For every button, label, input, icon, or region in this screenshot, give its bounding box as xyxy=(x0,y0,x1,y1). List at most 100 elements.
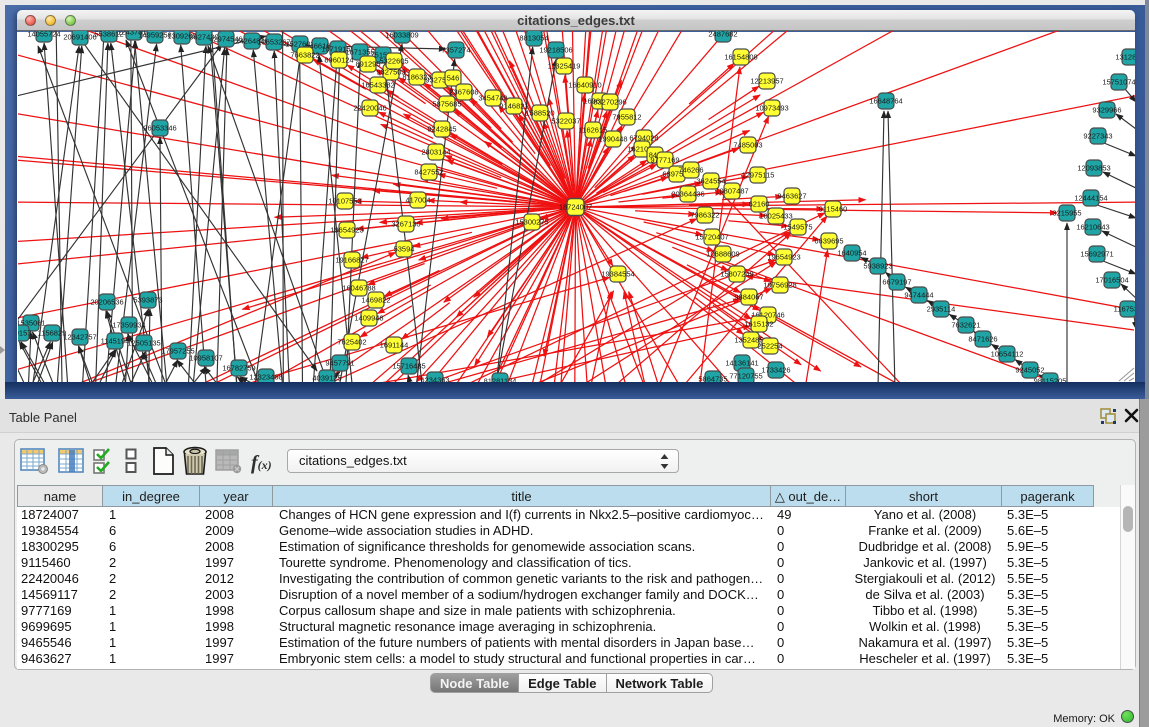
svg-text:98115205: 98115205 xyxy=(1034,377,1067,383)
svg-text:9884067: 9884067 xyxy=(734,293,763,302)
svg-text:16046788: 16046788 xyxy=(342,284,375,293)
svg-text:3215955: 3215955 xyxy=(1052,209,1081,218)
svg-text:12323468: 12323468 xyxy=(249,373,282,382)
svg-text:3624554: 3624554 xyxy=(696,177,725,186)
svg-text:7625402: 7625402 xyxy=(337,338,366,347)
svg-text:1145194: 1145194 xyxy=(101,337,130,346)
svg-text:1640954: 1640954 xyxy=(837,249,866,258)
svg-text:2803144: 2803144 xyxy=(421,148,450,157)
svg-text:16782759: 16782759 xyxy=(222,364,255,373)
svg-text:1691144: 1691144 xyxy=(380,341,409,350)
svg-text:83270296: 83270296 xyxy=(593,98,626,107)
svg-text:22420046: 22420046 xyxy=(353,104,386,113)
svg-text:8813054: 8813054 xyxy=(519,34,548,43)
svg-text:8427552: 8427552 xyxy=(414,168,443,177)
svg-text:15692971: 15692971 xyxy=(1080,250,1113,259)
svg-text:11325419: 11325419 xyxy=(548,62,581,71)
svg-text:6679197: 6679197 xyxy=(882,278,911,287)
svg-text:6639695: 6639695 xyxy=(814,237,843,246)
svg-text:19654923: 19654923 xyxy=(767,253,800,262)
svg-text:9474444: 9474444 xyxy=(904,291,933,300)
svg-text:7632621: 7632621 xyxy=(951,321,980,330)
svg-text:16154808: 16154808 xyxy=(724,53,757,62)
svg-text:14136141: 14136141 xyxy=(725,359,758,368)
svg-text:16033809: 16033809 xyxy=(385,31,418,40)
svg-text:5938923: 5938923 xyxy=(863,262,892,271)
svg-text:17016504: 17016504 xyxy=(1095,276,1128,285)
svg-text:10958107: 10958107 xyxy=(189,354,222,363)
svg-text:7663822: 7663822 xyxy=(290,51,319,60)
svg-text:746266: 746266 xyxy=(678,166,703,175)
svg-text:1549575: 1549575 xyxy=(783,223,812,232)
svg-text:7485003: 7485003 xyxy=(733,141,762,150)
svg-text:12093853: 12093853 xyxy=(1077,164,1110,173)
svg-text:10025433: 10025433 xyxy=(759,212,792,221)
svg-text:891295: 891295 xyxy=(355,60,380,69)
svg-text:9115460: 9115460 xyxy=(819,205,848,214)
svg-text:10807487: 10807487 xyxy=(715,187,748,196)
svg-text:1312876: 1312876 xyxy=(1115,53,1135,62)
svg-text:9242845: 9242845 xyxy=(427,125,456,134)
svg-text:5322037: 5322037 xyxy=(551,117,580,126)
svg-text:19166827: 19166827 xyxy=(335,256,368,265)
svg-text:5875685: 5875685 xyxy=(432,100,461,109)
svg-text:15716485: 15716485 xyxy=(392,362,425,371)
svg-text:2367608: 2367608 xyxy=(449,88,478,97)
svg-text:9227343: 9227343 xyxy=(1083,132,1112,141)
svg-text:2487682: 2487682 xyxy=(708,31,737,39)
svg-text:1615132: 1615132 xyxy=(744,320,773,329)
svg-text:12213957: 12213957 xyxy=(750,77,783,86)
svg-text:9777169: 9777169 xyxy=(650,156,679,165)
svg-text:16640910: 16640910 xyxy=(568,81,601,90)
svg-text:4039125: 4039125 xyxy=(312,374,341,383)
svg-text:417004: 417004 xyxy=(405,196,430,205)
svg-text:18724007: 18724007 xyxy=(559,203,592,212)
svg-text:15720407: 15720407 xyxy=(695,233,728,242)
svg-text:1469822: 1469822 xyxy=(361,296,390,305)
svg-text:10654112: 10654112 xyxy=(991,350,1024,359)
svg-text:14055724: 14055724 xyxy=(27,31,60,39)
svg-text:20364436: 20364436 xyxy=(671,190,704,199)
svg-text:81281134: 81281134 xyxy=(484,377,517,383)
svg-text:5322605: 5322605 xyxy=(379,57,408,66)
svg-text:19654923: 19654923 xyxy=(330,226,363,235)
svg-text:10973493: 10973493 xyxy=(755,104,788,113)
svg-text:20206536: 20206536 xyxy=(90,298,123,307)
svg-text:15300275: 15300275 xyxy=(515,218,548,227)
svg-text:546: 546 xyxy=(447,74,460,83)
svg-text:7357274: 7357274 xyxy=(441,46,470,55)
svg-text:2935114: 2935114 xyxy=(927,305,956,314)
svg-text:8960124: 8960124 xyxy=(324,56,353,65)
svg-text:1733426: 1733426 xyxy=(761,366,790,375)
svg-text:12975115: 12975115 xyxy=(742,171,775,180)
svg-text:10688609: 10688609 xyxy=(706,250,739,259)
svg-text:9329966: 9329966 xyxy=(1092,106,1121,115)
svg-text:1162615: 1162615 xyxy=(579,126,608,135)
svg-text:16543382: 16543382 xyxy=(361,81,394,90)
svg-text:9463627: 9463627 xyxy=(777,192,806,201)
svg-text:19384554: 19384554 xyxy=(601,270,634,279)
svg-text:12505135: 12505135 xyxy=(127,339,160,348)
svg-text:5864735: 5864735 xyxy=(698,375,727,383)
svg-text:39157: 39157 xyxy=(18,329,31,338)
svg-text:7986322: 7986322 xyxy=(690,211,719,220)
svg-text:5393873: 5393873 xyxy=(133,296,162,305)
svg-text:20691406: 20691406 xyxy=(63,33,96,42)
svg-text:9146821: 9146821 xyxy=(499,102,528,111)
svg-text:3267130: 3267130 xyxy=(391,220,420,229)
svg-text:10107553: 10107553 xyxy=(328,197,361,206)
svg-text:9457791: 9457791 xyxy=(325,359,354,368)
svg-text:252254: 252254 xyxy=(757,342,782,351)
svg-text:8471626: 8471626 xyxy=(968,335,997,344)
svg-text:17359934: 17359934 xyxy=(112,321,145,330)
svg-text:19756928: 19756928 xyxy=(763,281,796,290)
svg-text:16648764: 16648764 xyxy=(869,97,902,106)
svg-text:26053346: 26053346 xyxy=(143,124,176,133)
svg-text:1156829: 1156829 xyxy=(38,329,67,338)
svg-text:1409948: 1409948 xyxy=(354,314,383,323)
svg-text:12342757: 12342757 xyxy=(63,333,96,342)
svg-text:9245052: 9245052 xyxy=(1015,366,1044,375)
svg-text:15807249: 15807249 xyxy=(720,270,753,279)
svg-text:1588520: 1588520 xyxy=(525,109,554,118)
svg-text:53594: 53594 xyxy=(394,245,415,254)
